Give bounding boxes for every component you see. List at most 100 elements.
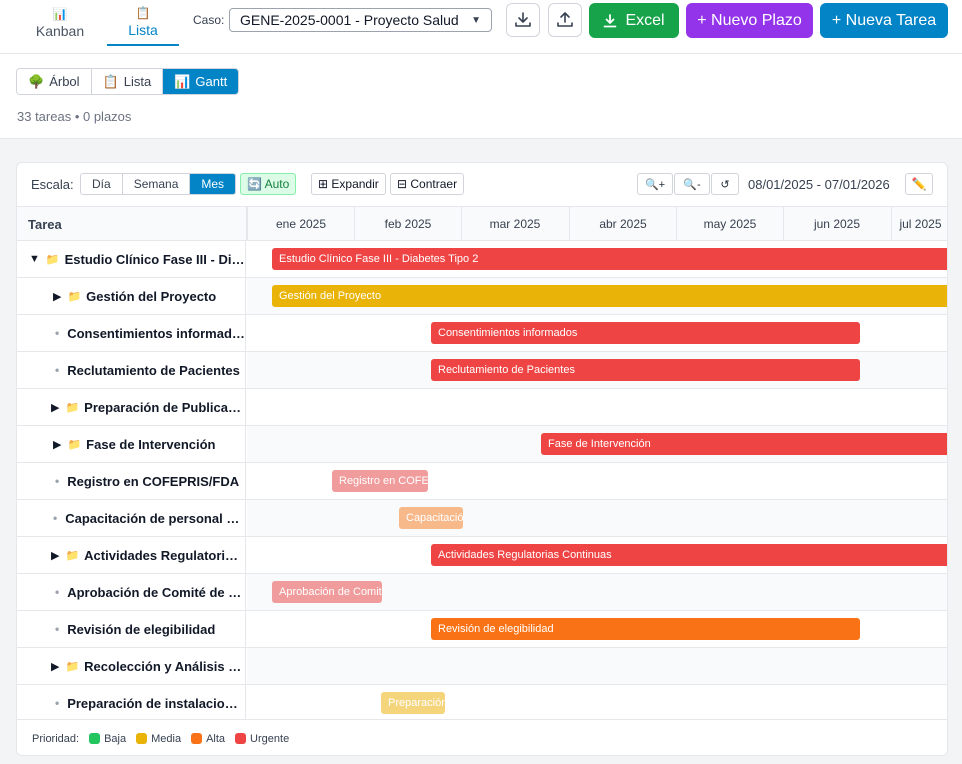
excel-button-label: Excel xyxy=(625,11,665,29)
gantt-row[interactable]: ▶ 📁 Actividades Regulatorias Continuas Acti… xyxy=(17,537,947,574)
upload-icon xyxy=(557,12,573,27)
task-name-cell[interactable]: • Capacitación de personal clínico xyxy=(17,500,246,536)
edit-range-button[interactable]: ✏️ xyxy=(905,173,933,195)
task-name-cell[interactable]: • Reclutamiento de Pacientes xyxy=(17,352,246,388)
gantt-bar[interactable]: Consentimientos informados xyxy=(431,322,860,344)
expand-caret-icon[interactable]: ▶ xyxy=(53,438,61,451)
gantt-row[interactable]: ▶ 📁 Fase de Intervención Fase de Intervenci… xyxy=(17,426,947,463)
gantt-row[interactable]: ▶ 📁 Recolección y Análisis de Datos xyxy=(17,648,947,685)
task-name-cell[interactable]: • Consentimientos informados xyxy=(17,315,246,351)
upload-button[interactable] xyxy=(548,3,582,37)
gantt-row[interactable]: ▼ 📁 Estudio Clínico Fase III - Diabetes Ti… xyxy=(17,241,947,278)
expand-caret-icon[interactable]: ▶ xyxy=(51,401,59,414)
tree-icon: 🌳 xyxy=(28,73,45,89)
excel-button[interactable]: Excel xyxy=(589,3,679,38)
gantt-bar[interactable]: Revisión de elegibilidad xyxy=(431,618,860,640)
scale-switch: Día Semana Mes xyxy=(80,173,237,195)
gantt-row[interactable]: • Revisión de elegibilidad Revisión de ele… xyxy=(17,611,947,648)
task-timeline: Capacitación xyxy=(247,500,947,536)
gantt-row[interactable]: ▶ 📁 Preparación de Publicaciones xyxy=(17,389,947,426)
gantt-row[interactable]: • Reclutamiento de Pacientes Reclutamiento… xyxy=(17,352,947,389)
new-deadline-button[interactable]: + Nuevo Plazo xyxy=(686,3,813,38)
chart-icon: 📊 xyxy=(52,7,68,21)
task-timeline: Fase de Intervención xyxy=(247,426,947,462)
date-range: 08/01/2025 - 07/01/2026 xyxy=(748,177,890,192)
mode-gantt[interactable]: 📊 Gantt xyxy=(163,69,239,94)
reset-zoom-button[interactable]: ↺ xyxy=(711,173,739,195)
legend-swatch xyxy=(235,733,247,744)
task-name-cell[interactable]: • Registro en COFEPRIS/FDA xyxy=(17,463,246,499)
gantt-bar[interactable]: Estudio Clínico Fase III - Diabetes Tipo… xyxy=(272,248,947,270)
task-timeline: Aprobación de Comité de Ética xyxy=(247,574,947,610)
folder-icon: 📁 xyxy=(65,660,80,673)
task-name: Registro en COFEPRIS/FDA xyxy=(67,473,240,489)
scale-month[interactable]: Mes xyxy=(190,174,236,194)
legend-item: Alta xyxy=(191,733,225,745)
legend-item-label: Urgente xyxy=(250,732,290,745)
task-timeline: Preparación xyxy=(247,685,947,721)
gantt-bar[interactable]: Preparación xyxy=(381,692,445,714)
legend-swatch xyxy=(89,733,101,744)
task-name: Aprobación de Comité de Ética xyxy=(67,584,245,600)
folder-icon: 📁 xyxy=(65,401,80,414)
task-name-cell[interactable]: ▼ 📁 Estudio Clínico Fase III - Diabetes Ti… xyxy=(17,241,246,277)
task-name-cell[interactable]: ▶ 📁 Preparación de Publicaciones xyxy=(17,389,246,425)
expand-all-button[interactable]: ⊞ Expandir xyxy=(311,173,386,195)
task-timeline: Estudio Clínico Fase III - Diabetes Tipo… xyxy=(247,241,947,277)
collapse-caret-icon[interactable]: ▼ xyxy=(29,253,40,265)
scale-week[interactable]: Semana xyxy=(122,174,191,194)
task-name: Actividades Regulatorias Continuas xyxy=(84,547,245,563)
tab-lista[interactable]: 📋 Lista xyxy=(107,0,179,46)
task-name-cell[interactable]: ▶ 📁 Recolección y Análisis de Datos xyxy=(17,648,246,684)
expand-caret-icon[interactable]: ▶ xyxy=(51,549,59,562)
gantt-row[interactable]: • Registro en COFEPRIS/FDA Registro en COF… xyxy=(17,463,947,500)
view-mode-bar: 🌳 Árbol 📋 Lista 📊 Gantt 33 tareas • 0 pl… xyxy=(0,54,962,139)
new-task-button[interactable]: + Nueva Tarea xyxy=(820,3,948,38)
task-name-cell[interactable]: ▶ 📁 Gestión del Proyecto xyxy=(17,278,246,314)
gantt-row[interactable]: • Consentimientos informados Consentimient… xyxy=(17,315,947,352)
legend-item: Urgente xyxy=(235,733,289,745)
task-name-cell[interactable]: • Aprobación de Comité de Ética xyxy=(17,574,246,610)
download-button[interactable] xyxy=(506,3,540,37)
mode-gantt-label: Gantt xyxy=(195,74,228,89)
gantt-bar[interactable]: Reclutamiento de Pacientes xyxy=(431,359,860,381)
task-timeline xyxy=(247,389,947,425)
zoom-in-button[interactable]: 🔍+ xyxy=(637,173,673,195)
mode-lista[interactable]: 📋 Lista xyxy=(91,69,164,94)
gantt-bar[interactable]: Aprobación de Comité de Ética xyxy=(272,581,382,603)
mode-arbol[interactable]: 🌳 Árbol xyxy=(17,69,92,94)
task-name-cell[interactable]: ▶ 📁 Fase de Intervención xyxy=(17,426,246,462)
gantt-row[interactable]: • Capacitación de personal clínico Capacit… xyxy=(17,500,947,537)
gantt-row[interactable]: • Aprobación de Comité de Ética Aprobación… xyxy=(17,574,947,611)
gantt-bar[interactable]: Gestión del Proyecto xyxy=(272,285,947,307)
month-header: jul 2025 xyxy=(891,207,947,241)
gantt-controls: Escala: Día Semana Mes 🔄 Auto ⊞ Expandir… xyxy=(17,163,947,207)
case-select[interactable]: GENE-2025-0001 - Proyecto Salud ▼ xyxy=(229,8,492,32)
tab-kanban[interactable]: 📊 Kanban xyxy=(24,0,96,46)
clipboard-icon: 📋 xyxy=(102,73,119,89)
task-name-cell[interactable]: ▶ 📁 Actividades Regulatorias Continuas xyxy=(17,537,246,573)
month-header: ene 2025 xyxy=(247,207,354,241)
task-timeline: Reclutamiento de Pacientes xyxy=(247,352,947,388)
month-header: jun 2025 xyxy=(783,207,890,241)
expand-caret-icon[interactable]: ▶ xyxy=(53,290,61,303)
gantt-bar[interactable]: Capacitación xyxy=(399,507,463,529)
gantt-row[interactable]: • Preparación de instalaciones Preparación xyxy=(17,685,947,722)
month-header: mar 2025 xyxy=(461,207,568,241)
tab-lista-label: Lista xyxy=(128,22,158,38)
pencil-icon: ✏️ xyxy=(911,177,927,191)
gantt-bar[interactable]: Registro en COFEPRIS/FDA xyxy=(332,470,428,492)
gantt-row[interactable]: ▶ 📁 Gestión del Proyecto Gestión del Proyec… xyxy=(17,278,947,315)
task-name-cell[interactable]: • Revisión de elegibilidad xyxy=(17,611,246,647)
clipboard-icon: 📋 xyxy=(135,6,151,20)
task-name-cell[interactable]: • Preparación de instalaciones xyxy=(17,685,246,721)
expand-caret-icon[interactable]: ▶ xyxy=(51,660,59,673)
auto-scale-toggle[interactable]: 🔄 Auto xyxy=(240,173,297,195)
zoom-out-button[interactable]: 🔍- xyxy=(674,173,710,195)
gantt-bar[interactable]: Actividades Regulatorias Continuas xyxy=(431,544,947,566)
gantt-bar[interactable]: Fase de Intervención xyxy=(541,433,947,455)
scale-day[interactable]: Día xyxy=(81,174,123,194)
task-timeline xyxy=(247,648,947,684)
collapse-all-button[interactable]: ⊟ Contraer xyxy=(390,173,465,195)
task-timeline: Consentimientos informados xyxy=(247,315,947,351)
